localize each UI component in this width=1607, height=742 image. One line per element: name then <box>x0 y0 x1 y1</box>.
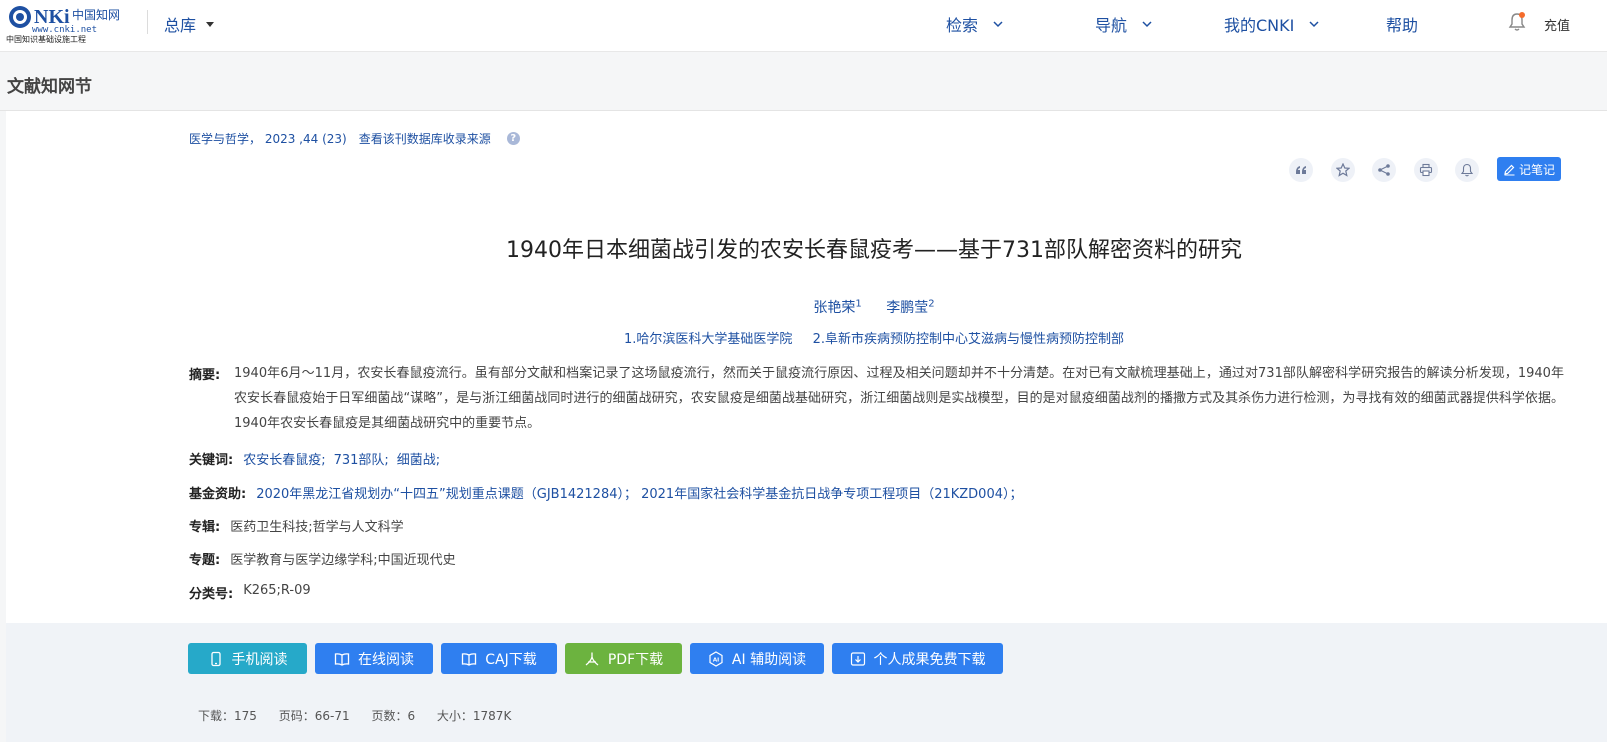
classification-value: K265;R-09 <box>243 583 311 598</box>
svg-text:www.cnki.net: www.cnki.net <box>32 25 97 35</box>
page-range: 页码：66-71 <box>278 709 350 723</box>
keywords-row: 关键词: 农安长春鼠疫; 731部队; 细菌战; <box>189 449 448 468</box>
keywords-label: 关键词: <box>189 453 234 468</box>
bell-icon <box>1460 163 1474 177</box>
author-link[interactable]: 李鹏莹2 <box>886 298 935 316</box>
keyword-link[interactable]: 细菌战; <box>397 449 440 468</box>
article-stats: 下载：175 页码：66-71 页数：6 大小：1787K <box>198 707 529 724</box>
pdf-download-button[interactable]: PDF下载 <box>565 643 682 674</box>
section-title: 文献知网节 <box>7 77 92 97</box>
series-label: 专辑: <box>189 520 221 535</box>
notification-dot <box>1519 12 1525 18</box>
mobile-read-label: 手机阅读 <box>231 651 288 668</box>
mobile-read-button[interactable]: 手机阅读 <box>188 643 307 674</box>
pencil-icon <box>1504 164 1515 175</box>
quote-icon <box>1296 166 1306 174</box>
library-dropdown[interactable]: 总库 <box>164 12 215 36</box>
organization-link[interactable]: 2.阜新市疾病预防控制中心艾滋病与慢性病预防控制部 <box>813 332 1124 347</box>
take-notes-label: 记笔记 <box>1518 162 1555 177</box>
abstract-text: 1940年6月～11月，农安长春鼠疫流行。虽有部分文献和档案记录了这场鼠疫流行，… <box>234 366 1564 431</box>
chevron-down-icon <box>993 21 1003 28</box>
online-read-button[interactable]: 在线阅读 <box>315 643 433 674</box>
file-size: 大小：1787K <box>436 709 512 723</box>
take-notes-button[interactable]: 记笔记 <box>1497 157 1561 181</box>
nav-my-cnki-label: 我的CNKI <box>1224 16 1295 35</box>
nav-my-cnki[interactable]: 我的CNKI <box>1224 12 1320 36</box>
printer-icon <box>1419 163 1433 177</box>
cite-button[interactable] <box>1289 158 1313 182</box>
phone-icon <box>210 651 221 666</box>
keyword-link[interactable]: 731部队; <box>334 449 389 468</box>
series-row: 专辑: 医药卫生科技;哲学与人文科学 <box>189 516 404 535</box>
nav-search[interactable]: 检索 <box>946 12 1004 36</box>
caret-down-icon <box>206 21 215 27</box>
logo-divider <box>147 10 148 34</box>
keyword-link[interactable]: 农安长春鼠疫; <box>243 449 325 468</box>
cnki-logo[interactable]: NKi 中国知网 www.cnki.net 中国知识基础设施工程 <box>6 2 130 44</box>
svg-text:AI: AI <box>713 657 719 663</box>
author-name: 张艳荣 <box>813 300 856 316</box>
svg-text:中国知网: 中国知网 <box>72 7 120 22</box>
page-count: 页数：6 <box>371 709 416 723</box>
organization-link[interactable]: 1.哈尔滨医科大学基础医学院 <box>624 332 792 347</box>
fund-text[interactable]: 2020年黑龙江省规划办“十四五”规划重点课题（GJB1421284）； 202… <box>256 483 1022 502</box>
caj-download-label: CAJ下载 <box>485 651 537 668</box>
topic-label: 专题: <box>189 553 221 568</box>
author-affiliation-number: 2 <box>928 298 935 310</box>
library-dropdown-label: 总库 <box>164 16 197 35</box>
author-list: 张艳荣1 李鹏莹2 <box>186 297 1562 317</box>
caj-download-button[interactable]: CAJ下载 <box>441 643 557 674</box>
classification-row: 分类号: K265;R-09 <box>189 583 311 602</box>
recharge-link[interactable]: 充值 <box>1544 15 1570 34</box>
author-link[interactable]: 张艳荣1 <box>813 298 862 316</box>
pdf-icon <box>585 652 599 666</box>
abstract-label: 摘要: <box>189 368 221 383</box>
classification-label: 分类号: <box>189 587 234 602</box>
article-title: 1940年日本细菌战引发的农安长春鼠疫考——基于731部队解密资料的研究 <box>506 238 1242 263</box>
top-navigation-bar: NKi 中国知网 www.cnki.net 中国知识基础设施工程 总库 检索 导… <box>0 0 1607 52</box>
nav-navigation-label: 导航 <box>1095 16 1128 35</box>
print-button[interactable] <box>1414 158 1438 182</box>
star-icon <box>1336 163 1350 177</box>
author-affiliation-number: 1 <box>855 298 862 310</box>
book-icon <box>462 652 477 666</box>
favorite-button[interactable] <box>1331 158 1355 182</box>
help-icon[interactable]: ? <box>506 132 520 145</box>
chevron-down-icon <box>1309 21 1319 28</box>
personal-free-download-button[interactable]: 个人成果免费下载 <box>832 643 1003 674</box>
nav-help-label: 帮助 <box>1386 16 1419 35</box>
book-icon <box>334 652 350 666</box>
author-name: 李鹏莹 <box>886 300 929 316</box>
share-icon <box>1378 164 1390 176</box>
download-count: 下载：175 <box>198 709 257 723</box>
organization-list: 1.哈尔滨医科大学基础医学院 2.阜新市疾病预防控制中心艾滋病与慢性病预防控制部 <box>186 328 1562 347</box>
svg-text:中国知识基础设施工程: 中国知识基础设施工程 <box>6 34 86 44</box>
subscribe-button[interactable] <box>1455 158 1479 182</box>
topic-value: 医学教育与医学边缘学科;中国近现代史 <box>230 553 456 568</box>
ai-assisted-read-button[interactable]: AI AI 辅助阅读 <box>690 643 824 674</box>
ai-icon: AI <box>709 650 723 667</box>
series-value: 医药卫生科技;哲学与人文科学 <box>230 520 404 535</box>
fund-label: 基金资助: <box>189 487 247 502</box>
pdf-download-label: PDF下载 <box>607 651 664 668</box>
chevron-down-icon <box>1142 21 1152 28</box>
nav-search-label: 检索 <box>946 16 979 35</box>
online-read-label: 在线阅读 <box>358 651 414 668</box>
nav-help[interactable]: 帮助 <box>1386 12 1418 36</box>
fund-row: 基金资助: 2020年黑龙江省规划办“十四五”规划重点课题（GJB1421284… <box>189 483 1023 502</box>
nav-navigation[interactable]: 导航 <box>1095 12 1153 36</box>
journal-source: 医学与哲学， 2023 ,44 (23) 查看该刊数据库收录来源 ? <box>189 130 520 147</box>
download-icon <box>850 651 865 666</box>
journal-source-text[interactable]: 医学与哲学， 2023 ,44 (23) <box>189 130 347 147</box>
action-area <box>6 623 1607 742</box>
database-source-link[interactable]: 查看该刊数据库收录来源 <box>359 130 491 147</box>
share-button[interactable] <box>1372 158 1396 182</box>
ai-assisted-read-label: AI 辅助阅读 <box>731 651 807 668</box>
personal-free-download-label: 个人成果免费下载 <box>873 651 986 668</box>
topic-row: 专题: 医学教育与医学边缘学科;中国近现代史 <box>189 549 456 568</box>
